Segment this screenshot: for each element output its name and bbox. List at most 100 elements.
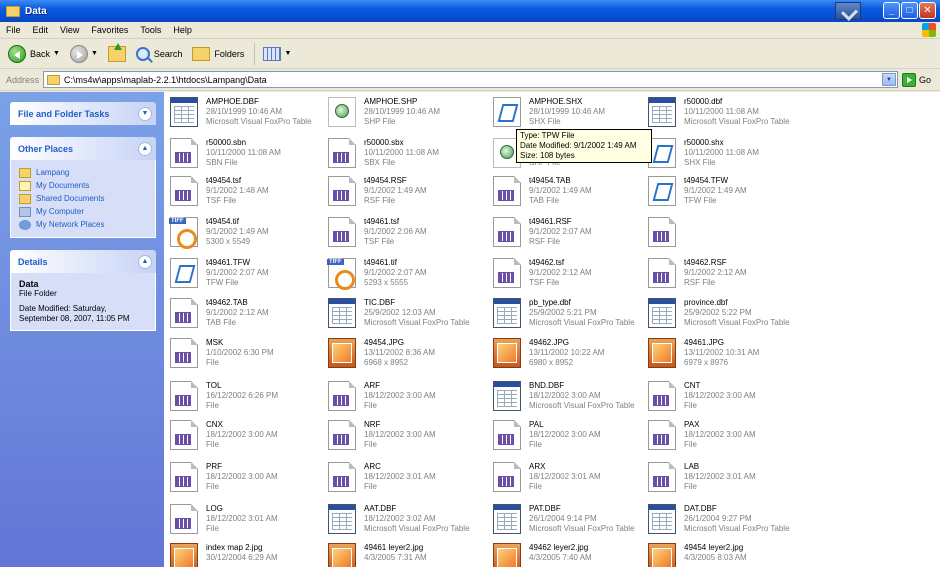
go-button[interactable]: Go [902, 72, 931, 87]
menu-edit[interactable]: Edit [27, 25, 55, 35]
chevron-down-icon[interactable]: ▼ [284, 50, 291, 57]
file-info: r50000.dbf 10/11/2000 11:08 AM Microsoft V… [684, 97, 790, 127]
file-item[interactable]: index map 2.jpg 30/12/2004 6:29 AM [170, 543, 340, 567]
place-my-documents[interactable]: My Documents [19, 179, 147, 192]
file-info: 49454 leyer2.jpg 4/3/2005 8:03 AM [684, 543, 747, 563]
collapse-icon[interactable]: ▲ [138, 141, 152, 156]
back-button[interactable]: Back ▼ [4, 42, 64, 66]
file-name: t49454.TAB [529, 176, 571, 185]
file-item[interactable]: t49461.RSF 9/1/2002 2:07 AM RSF File [493, 217, 663, 254]
file-name: TOL [206, 381, 222, 390]
file-item[interactable]: t49454.tsf 9/1/2002 1:48 AM TSF File [170, 176, 340, 213]
file-item[interactable]: t49461.TFW 9/1/2002 2:07 AM TFW File [170, 258, 340, 295]
file-item[interactable]: AAT.DBF 18/12/2002 3:02 AM Microsoft Visua… [328, 504, 498, 541]
file-item[interactable]: t49454.tif9/1/2002 1:49 AM5300 x 5549 [169, 217, 340, 254]
file-folder-tasks-header[interactable]: File and Folder Tasks ▼ [10, 102, 156, 125]
file-item[interactable]: CNT 18/12/2002 3:00 AM File [648, 381, 818, 418]
menu-view[interactable]: View [54, 25, 85, 35]
file-item[interactable]: AMPHOE.DBF 28/10/1999 10:46 AM Microsoft V… [170, 97, 340, 134]
file-item[interactable]: PRF 18/12/2002 3:00 AM File [170, 462, 340, 499]
file-name: LAB [684, 462, 700, 471]
file-item[interactable]: r50000.dbf 10/11/2000 11:08 AM Microsoft V… [648, 97, 818, 134]
file-item[interactable]: MSK 1/10/2002 6:30 PM File [170, 338, 340, 375]
file-item[interactable]: PAL 18/12/2002 3:00 AM File [493, 420, 663, 457]
other-places-header[interactable]: Other Places ▲ [10, 137, 156, 160]
file-item[interactable]: ARF 18/12/2002 3:00 AM File [328, 381, 498, 418]
chevron-down-icon[interactable]: ▼ [91, 50, 98, 57]
file-item[interactable]: 49461 leyer2.jpg 4/3/2005 7:31 AM [328, 543, 498, 567]
file-item[interactable] [648, 217, 818, 254]
file-item[interactable]: t49462.RSF 9/1/2002 2:12 AM RSF File [648, 258, 818, 295]
menu-file[interactable]: File [0, 25, 27, 35]
file-name: t49454.TFW [684, 176, 729, 185]
file-item[interactable]: TIC.DBF 25/9/2002 12:03 AM Microsoft Visua… [328, 298, 498, 335]
file-item[interactable]: PAX 18/12/2002 3:00 AM File [648, 420, 818, 457]
file-item[interactable]: t49462.TAB 9/1/2002 2:12 AM TAB File [170, 298, 340, 335]
file-item[interactable]: TOL 16/12/2002 6:26 PM File [170, 381, 340, 418]
file-item[interactable]: r50000.sbn 10/11/2000 11:08 AM SBN File [170, 138, 340, 175]
details-header[interactable]: Details ▲ [10, 250, 156, 273]
file-item[interactable]: 49454 leyer2.jpg 4/3/2005 8:03 AM [648, 543, 818, 567]
file-item[interactable]: CNX 18/12/2002 3:00 AM File [170, 420, 340, 457]
file-item[interactable]: LOG 18/12/2002 3:01 AM File [170, 504, 340, 541]
file-item[interactable]: ARC 18/12/2002 3:01 AM File [328, 462, 498, 499]
file-item[interactable]: NRF 18/12/2002 3:00 AM File [328, 420, 498, 457]
file-item[interactable]: pb_type.dbf 25/9/2002 5:21 PM Microsoft Vi… [493, 298, 663, 335]
up-button[interactable] [104, 42, 130, 66]
folders-button[interactable]: Folders [188, 42, 248, 66]
file-name: CNT [684, 381, 701, 390]
file-item[interactable]: 49462.JPG 13/11/2002 10:22 AM 6980 x 8952 [493, 338, 663, 375]
file-item[interactable]: t49461.tif9/1/2002 2:07 AM5293 x 5555 [327, 258, 498, 295]
file-item[interactable]: PAT.DBF 26/1/2004 9:14 PM Microsoft Visual… [493, 504, 663, 541]
file-item[interactable]: r50000.shx 10/11/2000 11:08 AM SHX File [648, 138, 818, 175]
file-date: 26/1/2004 9:27 PM [684, 514, 752, 523]
file-item[interactable]: t49454.TAB 9/1/2002 1:49 AM TAB File [493, 176, 663, 213]
file-item[interactable]: t49454.TFW 9/1/2002 1:49 AM TFW File [648, 176, 818, 213]
place-shared-documents[interactable]: Shared Documents [19, 192, 147, 205]
place-lampang[interactable]: Lampang [19, 166, 147, 179]
address-input[interactable]: C:\ms4w\apps\maplab-2.2.1\htdocs\Lampang… [43, 71, 899, 88]
gen-file-icon [170, 462, 198, 492]
file-item[interactable]: LAB 18/12/2002 3:01 AM File [648, 462, 818, 499]
other-places-panel: Other Places ▲ Lampang My Documents Shar… [10, 137, 156, 238]
minimize-button[interactable]: _ [883, 2, 900, 19]
menu-tools[interactable]: Tools [134, 25, 167, 35]
maximize-button[interactable]: □ [901, 2, 918, 19]
file-item[interactable]: t49462.tsf 9/1/2002 2:12 AM TSF File [493, 258, 663, 295]
file-item[interactable]: BND.DBF 18/12/2002 3:00 AM Microsoft Visua… [493, 381, 663, 418]
file-info: ARX 18/12/2002 3:01 AM File [529, 462, 601, 492]
file-date: 9/1/2002 2:12 AM [206, 308, 269, 317]
close-button[interactable]: ✕ [919, 2, 936, 19]
file-item[interactable]: DAT.DBF 26/1/2004 9:27 PM Microsoft Visual… [648, 504, 818, 541]
file-item[interactable]: 49454.JPG 13/11/2002 8:36 AM 6968 x 8952 [328, 338, 498, 375]
address-dropdown-button[interactable]: ▼ [882, 73, 897, 86]
file-name: AAT.DBF [364, 504, 397, 513]
expand-icon[interactable]: ▼ [138, 106, 152, 121]
chevron-down-icon[interactable]: ▼ [53, 50, 60, 57]
menu-favorites[interactable]: Favorites [85, 25, 134, 35]
forward-button[interactable]: ▼ [66, 42, 102, 66]
file-item[interactable]: 49462 leyer2.jpg 4/3/2005 7:40 AM [493, 543, 663, 567]
file-item[interactable]: t49454.RSF 9/1/2002 1:49 AM RSF File [328, 176, 498, 213]
file-item[interactable]: 49461.JPG 13/11/2002 10:31 AM 6979 x 8976 [648, 338, 818, 375]
file-item[interactable]: province.dbf 25/9/2002 5:22 PM Microsoft V… [648, 298, 818, 335]
file-date: 16/12/2002 6:26 PM [206, 391, 279, 400]
collapse-icon[interactable]: ▲ [138, 254, 152, 269]
details-type: File Folder [19, 289, 57, 298]
file-list[interactable]: AMPHOE.DBF 28/10/1999 10:46 AM Microsoft V… [164, 92, 940, 567]
file-date: 9/1/2002 1:49 AM [206, 227, 269, 236]
place-my-computer[interactable]: My Computer [19, 205, 147, 218]
file-item[interactable]: AMPHOE.SHP 28/10/1999 10:46 AM SHP File [328, 97, 498, 134]
views-button[interactable]: ▼ [259, 42, 295, 66]
place-my-network-places[interactable]: My Network Places [19, 218, 147, 231]
menu-help[interactable]: Help [167, 25, 198, 35]
file-item[interactable]: ARX 18/12/2002 3:01 AM File [493, 462, 663, 499]
file-item[interactable]: r50000.sbx 10/11/2000 11:08 AM SBX File [328, 138, 498, 175]
panel-title: Details [18, 256, 48, 267]
dbf-file-icon [493, 504, 521, 534]
search-button[interactable]: Search [132, 42, 187, 66]
file-info: t49461.TFW 9/1/2002 2:07 AM TFW File [206, 258, 269, 288]
details-name: Data [19, 279, 39, 289]
file-item[interactable]: t49461.tsf 9/1/2002 2:06 AM TSF File [328, 217, 498, 254]
title-bar[interactable]: Data _ □ ✕ [0, 0, 940, 22]
